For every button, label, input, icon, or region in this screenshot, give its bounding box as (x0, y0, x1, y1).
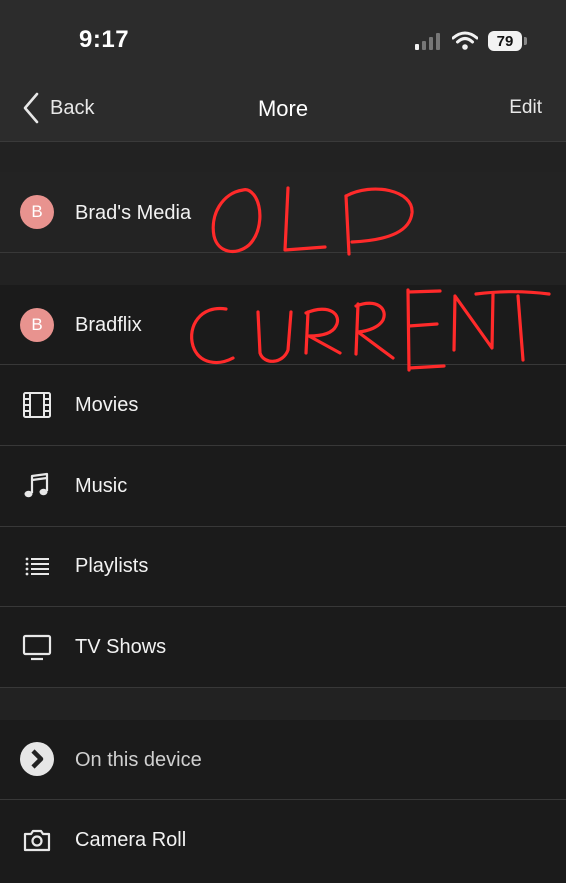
section-spacer (0, 142, 566, 172)
list-item-bradflix[interactable]: B Bradflix (0, 285, 566, 365)
section-spacer (0, 688, 566, 720)
battery-indicator: 79 (488, 31, 527, 51)
tv-icon (20, 630, 54, 664)
wifi-icon (452, 31, 478, 50)
avatar: B (20, 308, 54, 342)
list-item-camera-roll[interactable]: Camera Roll (0, 800, 566, 883)
list-item-playlists[interactable]: Playlists (0, 527, 566, 607)
avatar-letter: B (20, 308, 54, 342)
section-spacer (0, 253, 566, 285)
music-note-icon (20, 469, 54, 503)
avatar-letter: B (20, 195, 54, 229)
list-icon (20, 550, 54, 584)
list-item-movies[interactable]: Movies (0, 365, 566, 446)
list-item-brads-media[interactable]: B Brad's Media (0, 172, 566, 253)
battery-level: 79 (496, 32, 514, 50)
list-item-label: Brad's Media (75, 202, 192, 224)
list-item-label: Playlists (75, 555, 149, 577)
cellular-signal-icon (415, 33, 440, 50)
status-icons: 79 (414, 30, 527, 52)
plex-chevron-icon (20, 742, 54, 776)
list-item-label: Movies (75, 394, 139, 416)
list-item-label: Music (75, 475, 128, 497)
status-time: 9:17 (79, 26, 130, 53)
list-item-label: Camera Roll (75, 829, 187, 851)
navigation-header: 9:17 79 Back More Edit (0, 0, 566, 142)
list-item-on-this-device[interactable]: On this device (0, 720, 566, 800)
list-item-label: TV Shows (75, 636, 167, 658)
edit-button[interactable]: Edit (509, 97, 542, 119)
list-item-label: On this device (75, 749, 202, 771)
list-item-label: Bradflix (75, 314, 142, 336)
camera-icon (20, 823, 54, 857)
list-item-tv-shows[interactable]: TV Shows (0, 607, 566, 688)
page-title: More (257, 96, 309, 121)
avatar: B (20, 195, 54, 229)
more-screen: 9:17 79 Back More Edit B Brad's Media B … (0, 0, 566, 883)
film-icon (20, 388, 54, 422)
list-item-music[interactable]: Music (0, 446, 566, 527)
